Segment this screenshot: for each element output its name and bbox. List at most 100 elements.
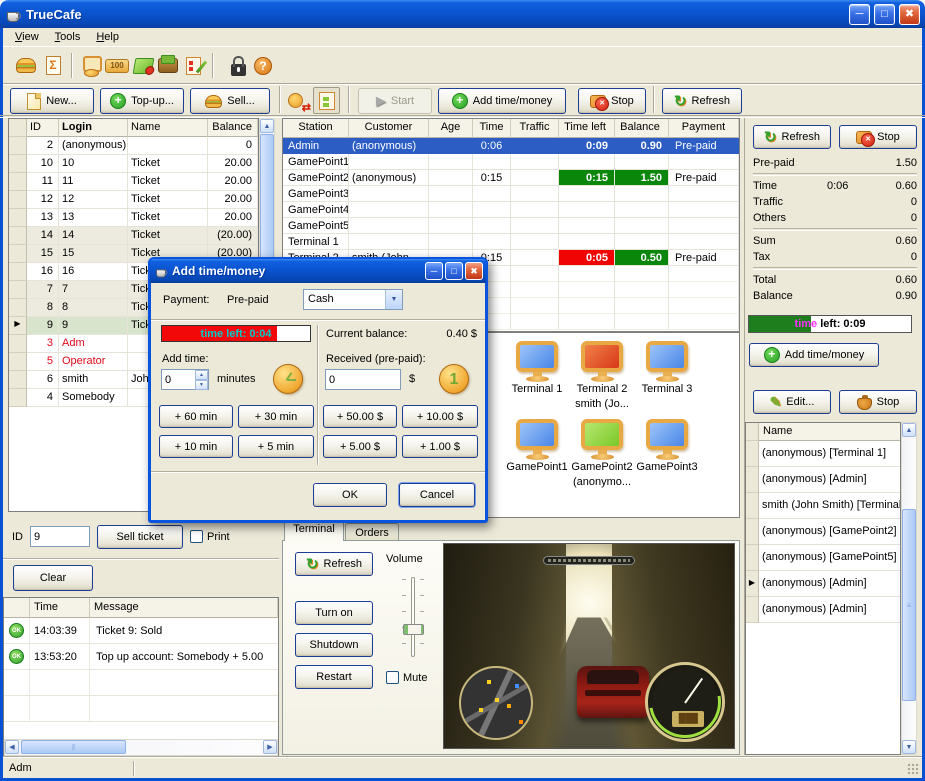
accounts-header-balance[interactable]: Balance [208,119,258,137]
stations-header-station[interactable]: Station [283,119,349,138]
session-edit-button[interactable]: ✎Edit... [753,390,831,414]
station-row[interactable]: GamePoint4 [283,202,739,218]
volume-slider-thumb[interactable] [403,624,424,635]
mute-checkbox[interactable] [386,671,399,684]
station-icon-gamepoint1[interactable]: GamePoint1 [502,419,572,474]
ok-button[interactable]: OK [313,483,387,507]
minutes-input[interactable] [162,370,195,389]
clear-log-button[interactable]: Clear [13,565,93,591]
session-row[interactable]: (anonymous) [GamePoint2] [746,519,900,545]
start-button[interactable]: ▶Start [358,88,432,114]
spin-up-button[interactable]: ▲ [195,370,208,380]
log-header-message[interactable]: Message [90,598,278,618]
topup-button[interactable]: +Top-up... [100,88,184,114]
dialog-close-button[interactable]: ✖ [465,262,483,280]
tariff-100-icon[interactable]: 100 [104,53,130,78]
turn-on-button[interactable]: Turn on [295,601,373,625]
station-icon-terminal2[interactable]: Terminal 2smith (Jo... [567,341,637,411]
station-icon-gamepoint2[interactable]: GamePoint2(anonymo... [567,419,637,489]
account-row[interactable]: 1313Ticket20.00 [9,209,258,227]
print-checkbox[interactable] [190,530,203,543]
scroll-left-button[interactable]: ◀ [5,740,19,754]
station-icon-terminal3[interactable]: Terminal 3 [632,341,702,396]
session-row[interactable]: ▶(anonymous) [Admin] [746,571,900,597]
dialog-maximize-button[interactable]: □ [445,262,463,280]
scroll-up-button[interactable]: ▲ [260,119,274,133]
sell-ticket-button[interactable]: Sell ticket [97,525,183,549]
account-row[interactable]: 1212Ticket20.00 [9,191,258,209]
billing-add-time-money-button[interactable]: +Add time/money [749,343,879,367]
stations-header-balance[interactable]: Balance [615,119,669,138]
wallet-icon[interactable] [155,53,181,78]
session-stop-button[interactable]: Stop [839,390,917,414]
shutdown-button[interactable]: Shutdown [295,633,373,657]
add-time-button-2[interactable]: + 30 min [238,405,314,428]
scroll-right-button[interactable]: ▶ [263,740,277,754]
add-time-button-4[interactable]: + 5 min [238,435,314,458]
add-time-money-button[interactable]: +Add time/money [438,88,566,114]
refresh-button[interactable]: ↻Refresh [662,88,742,114]
restart-button[interactable]: Restart [295,665,373,689]
maximize-button[interactable]: □ [874,4,895,25]
stations-header-time-left[interactable]: Time left [559,119,615,138]
volume-slider-track[interactable] [411,577,415,657]
billing-stop-button[interactable]: Stop [839,125,917,149]
spin-down-button[interactable]: ▼ [195,380,208,390]
stations-header-customer[interactable]: Customer [349,119,429,138]
station-icon-terminal1[interactable]: Terminal 1 [502,341,572,396]
accounts-header-login[interactable]: Login [59,119,128,137]
received-input[interactable] [325,369,401,390]
add-money-button-1[interactable]: + 50.00 $ [323,405,397,428]
account-row[interactable]: 2(anonymous)0 [9,137,258,155]
transfer-icon[interactable] [286,89,312,114]
add-money-button-3[interactable]: + 5.00 $ [323,435,397,458]
station-row[interactable]: GamePoint5 [283,218,739,234]
session-row[interactable]: (anonymous) [Admin] [746,467,900,493]
stations-header-time[interactable]: Time [473,119,511,138]
stations-header-age[interactable]: Age [429,119,473,138]
station-row[interactable]: GamePoint2(anonymous)0:150:151.50Pre-pai… [283,170,739,186]
billing-refresh-button[interactable]: ↻Refresh [753,125,831,149]
tickets-icon[interactable] [130,53,156,78]
help-icon[interactable]: ? [250,53,276,78]
terminal-refresh-button[interactable]: ↻Refresh [295,552,373,576]
log-header-time[interactable]: Time [30,598,90,618]
sessions-header-name[interactable]: Name [759,423,900,441]
menu-item-view[interactable]: View [7,29,47,45]
stations-header-traffic[interactable]: Traffic [511,119,559,138]
reports-icon[interactable]: Σ [40,53,66,78]
stations-header-payment[interactable]: Payment [669,119,739,138]
session-row[interactable]: (anonymous) [Terminal 1] [746,441,900,467]
session-row[interactable]: (anonymous) [Admin] [746,597,900,623]
sell-burger-icon[interactable] [13,53,39,78]
account-row[interactable]: 1111Ticket20.00 [9,173,258,191]
scroll-thumb[interactable]: ≡ [902,509,916,701]
station-row[interactable]: Terminal 1 [283,234,739,250]
new-account-button[interactable]: New... [10,88,94,114]
scroll-down-button[interactable]: ▼ [902,740,916,754]
minimize-button[interactable]: ─ [849,4,870,25]
ticket-id-input[interactable] [30,526,90,547]
station-row[interactable]: GamePoint3 [283,186,739,202]
account-row[interactable]: 1414Ticket(20.00) [9,227,258,245]
session-row[interactable]: (anonymous) [GamePoint5] [746,545,900,571]
session-row[interactable]: smith (John Smith) [Terminal 2] [746,493,900,519]
dialog-minimize-button[interactable]: ─ [425,262,443,280]
menu-item-help[interactable]: Help [88,29,127,45]
edit-settings-icon[interactable] [180,53,206,78]
close-button[interactable]: ✖ [899,4,920,25]
sell-button[interactable]: Sell... [190,88,270,114]
stop-button[interactable]: Stop [578,88,646,114]
accounts-header-id[interactable]: ID [27,119,59,137]
orders-toggle-button[interactable] [313,87,340,114]
accounts-header-name[interactable]: Name [128,119,208,137]
add-money-button-2[interactable]: + 10.00 $ [402,405,478,428]
menu-item-tools[interactable]: Tools [47,29,89,45]
add-money-button-4[interactable]: + 1.00 $ [402,435,478,458]
payment-method-combobox[interactable]: Cash ▼ [303,289,403,310]
chevron-down-icon[interactable]: ▼ [385,290,402,309]
add-time-button-3[interactable]: + 10 min [159,435,233,458]
station-row[interactable]: GamePoint1 [283,154,739,170]
scroll-thumb[interactable]: ‖ [21,740,126,754]
tab-orders[interactable]: Orders [345,523,399,541]
